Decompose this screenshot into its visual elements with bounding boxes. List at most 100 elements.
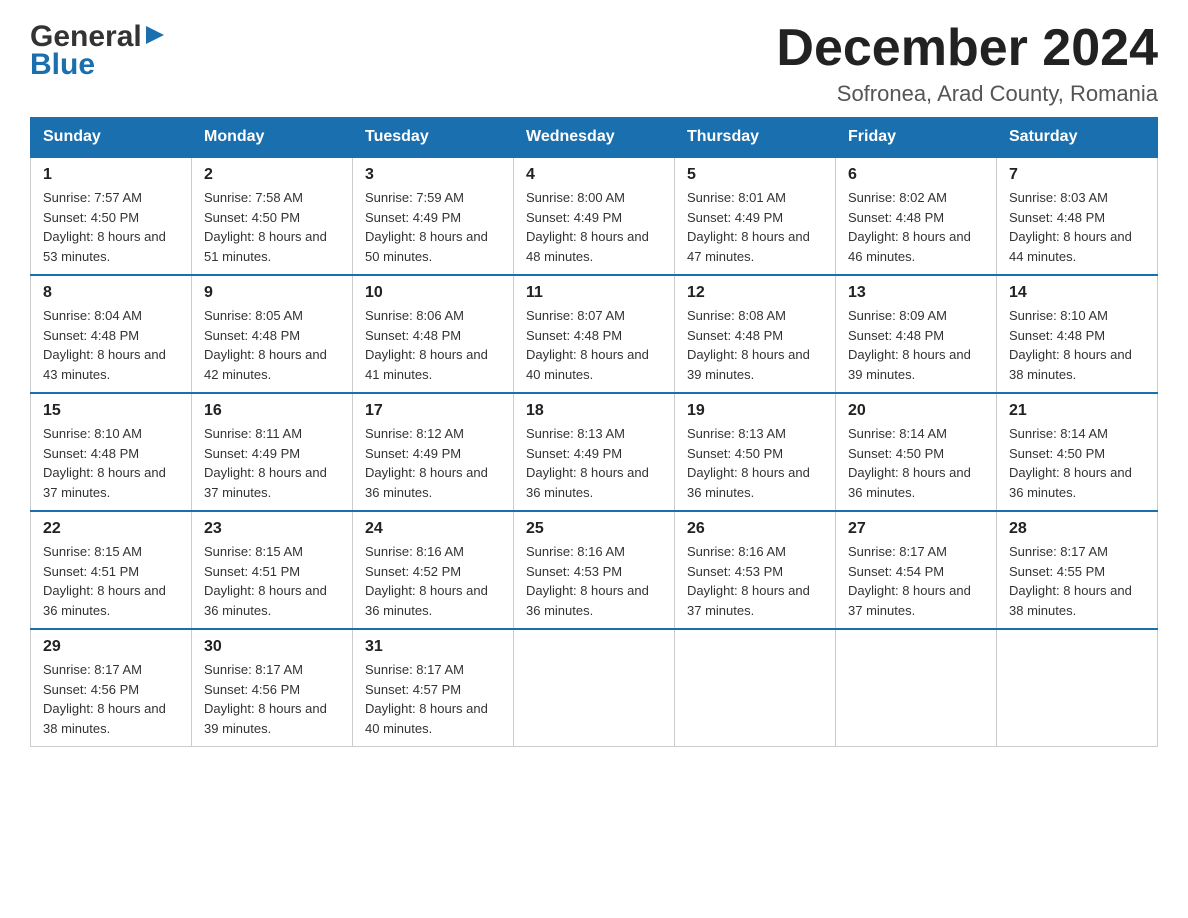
day-info: Sunrise: 8:11 AMSunset: 4:49 PMDaylight:…	[204, 424, 340, 502]
day-info: Sunrise: 8:02 AMSunset: 4:48 PMDaylight:…	[848, 188, 984, 266]
day-number: 17	[365, 402, 501, 420]
day-info: Sunrise: 8:01 AMSunset: 4:49 PMDaylight:…	[687, 188, 823, 266]
calendar-day-cell: 3 Sunrise: 7:59 AMSunset: 4:49 PMDaylight…	[353, 157, 514, 275]
calendar-day-cell: 31Sunrise: 8:17 AMSunset: 4:57 PMDayligh…	[353, 629, 514, 747]
calendar-day-cell: 6 Sunrise: 8:02 AMSunset: 4:48 PMDaylight…	[836, 157, 997, 275]
day-info: Sunrise: 8:09 AMSunset: 4:48 PMDaylight:…	[848, 306, 984, 384]
day-number: 25	[526, 520, 662, 538]
day-number: 27	[848, 520, 984, 538]
day-info: Sunrise: 8:10 AMSunset: 4:48 PMDaylight:…	[43, 424, 179, 502]
calendar-day-cell: 24 Sunrise: 8:16 AMSunset: 4:52 PMDayligh…	[353, 511, 514, 629]
logo-arrow-icon	[144, 24, 166, 51]
calendar-day-cell	[997, 629, 1158, 747]
calendar-week-row: 15 Sunrise: 8:10 AMSunset: 4:48 PMDayligh…	[31, 393, 1158, 511]
calendar-day-cell: 21Sunrise: 8:14 AMSunset: 4:50 PMDayligh…	[997, 393, 1158, 511]
calendar-day-cell: 5 Sunrise: 8:01 AMSunset: 4:49 PMDaylight…	[675, 157, 836, 275]
calendar-day-cell: 4 Sunrise: 8:00 AMSunset: 4:49 PMDaylight…	[514, 157, 675, 275]
calendar-day-cell: 11 Sunrise: 8:07 AMSunset: 4:48 PMDayligh…	[514, 275, 675, 393]
day-info: Sunrise: 8:03 AMSunset: 4:48 PMDaylight:…	[1009, 188, 1145, 266]
day-number: 11	[526, 284, 662, 302]
day-number: 20	[848, 402, 984, 420]
day-number: 10	[365, 284, 501, 302]
day-info: Sunrise: 8:12 AMSunset: 4:49 PMDaylight:…	[365, 424, 501, 502]
day-number: 9	[204, 284, 340, 302]
day-number: 8	[43, 284, 179, 302]
day-number: 4	[526, 166, 662, 184]
calendar-day-cell: 1 Sunrise: 7:57 AMSunset: 4:50 PMDaylight…	[31, 157, 192, 275]
page-header: General Blue December 2024 Sofronea, Ara…	[30, 20, 1158, 107]
day-number: 24	[365, 520, 501, 538]
calendar-day-cell: 14Sunrise: 8:10 AMSunset: 4:48 PMDayligh…	[997, 275, 1158, 393]
day-of-week-header: Saturday	[997, 118, 1158, 158]
day-number: 29	[43, 638, 179, 656]
calendar-week-row: 29Sunrise: 8:17 AMSunset: 4:56 PMDayligh…	[31, 629, 1158, 747]
day-number: 22	[43, 520, 179, 538]
day-number: 30	[204, 638, 340, 656]
calendar-day-cell: 23 Sunrise: 8:15 AMSunset: 4:51 PMDayligh…	[192, 511, 353, 629]
calendar-day-cell: 16Sunrise: 8:11 AMSunset: 4:49 PMDayligh…	[192, 393, 353, 511]
calendar-day-cell: 7 Sunrise: 8:03 AMSunset: 4:48 PMDaylight…	[997, 157, 1158, 275]
day-of-week-header: Wednesday	[514, 118, 675, 158]
day-of-week-header: Tuesday	[353, 118, 514, 158]
calendar-week-row: 8 Sunrise: 8:04 AMSunset: 4:48 PMDaylight…	[31, 275, 1158, 393]
day-info: Sunrise: 8:13 AMSunset: 4:50 PMDaylight:…	[687, 424, 823, 502]
day-info: Sunrise: 8:00 AMSunset: 4:49 PMDaylight:…	[526, 188, 662, 266]
calendar-day-cell: 10 Sunrise: 8:06 AMSunset: 4:48 PMDayligh…	[353, 275, 514, 393]
day-of-week-header: Thursday	[675, 118, 836, 158]
day-info: Sunrise: 8:17 AMSunset: 4:55 PMDaylight:…	[1009, 542, 1145, 620]
day-number: 23	[204, 520, 340, 538]
calendar-title: December 2024	[776, 20, 1158, 77]
day-info: Sunrise: 8:16 AMSunset: 4:53 PMDaylight:…	[687, 542, 823, 620]
day-info: Sunrise: 8:10 AMSunset: 4:48 PMDaylight:…	[1009, 306, 1145, 384]
day-number: 26	[687, 520, 823, 538]
day-number: 5	[687, 166, 823, 184]
day-info: Sunrise: 8:17 AMSunset: 4:57 PMDaylight:…	[365, 660, 501, 738]
calendar-table: SundayMondayTuesdayWednesdayThursdayFrid…	[30, 117, 1158, 747]
calendar-day-cell: 13Sunrise: 8:09 AMSunset: 4:48 PMDayligh…	[836, 275, 997, 393]
day-number: 12	[687, 284, 823, 302]
day-info: Sunrise: 8:13 AMSunset: 4:49 PMDaylight:…	[526, 424, 662, 502]
day-number: 6	[848, 166, 984, 184]
day-info: Sunrise: 7:57 AMSunset: 4:50 PMDaylight:…	[43, 188, 179, 266]
day-info: Sunrise: 8:15 AMSunset: 4:51 PMDaylight:…	[204, 542, 340, 620]
calendar-day-cell: 22 Sunrise: 8:15 AMSunset: 4:51 PMDayligh…	[31, 511, 192, 629]
day-info: Sunrise: 8:06 AMSunset: 4:48 PMDaylight:…	[365, 306, 501, 384]
day-info: Sunrise: 8:16 AMSunset: 4:52 PMDaylight:…	[365, 542, 501, 620]
day-number: 3	[365, 166, 501, 184]
day-info: Sunrise: 8:07 AMSunset: 4:48 PMDaylight:…	[526, 306, 662, 384]
day-of-week-header: Sunday	[31, 118, 192, 158]
day-number: 28	[1009, 520, 1145, 538]
calendar-day-cell	[675, 629, 836, 747]
day-number: 2	[204, 166, 340, 184]
day-number: 1	[43, 166, 179, 184]
calendar-day-cell: 29Sunrise: 8:17 AMSunset: 4:56 PMDayligh…	[31, 629, 192, 747]
logo-blue-text: Blue	[30, 48, 95, 82]
calendar-day-cell: 12Sunrise: 8:08 AMSunset: 4:48 PMDayligh…	[675, 275, 836, 393]
calendar-header-row: SundayMondayTuesdayWednesdayThursdayFrid…	[31, 118, 1158, 158]
day-info: Sunrise: 7:59 AMSunset: 4:49 PMDaylight:…	[365, 188, 501, 266]
calendar-subtitle: Sofronea, Arad County, Romania	[776, 81, 1158, 107]
calendar-day-cell	[514, 629, 675, 747]
calendar-day-cell: 18 Sunrise: 8:13 AMSunset: 4:49 PMDayligh…	[514, 393, 675, 511]
calendar-week-row: 1 Sunrise: 7:57 AMSunset: 4:50 PMDaylight…	[31, 157, 1158, 275]
calendar-day-cell: 25 Sunrise: 8:16 AMSunset: 4:53 PMDayligh…	[514, 511, 675, 629]
day-info: Sunrise: 8:15 AMSunset: 4:51 PMDaylight:…	[43, 542, 179, 620]
calendar-day-cell: 8 Sunrise: 8:04 AMSunset: 4:48 PMDaylight…	[31, 275, 192, 393]
day-number: 19	[687, 402, 823, 420]
day-info: Sunrise: 8:16 AMSunset: 4:53 PMDaylight:…	[526, 542, 662, 620]
calendar-day-cell	[836, 629, 997, 747]
day-info: Sunrise: 8:04 AMSunset: 4:48 PMDaylight:…	[43, 306, 179, 384]
day-number: 15	[43, 402, 179, 420]
day-info: Sunrise: 8:05 AMSunset: 4:48 PMDaylight:…	[204, 306, 340, 384]
day-number: 18	[526, 402, 662, 420]
calendar-day-cell: 19 Sunrise: 8:13 AMSunset: 4:50 PMDayligh…	[675, 393, 836, 511]
day-number: 21	[1009, 402, 1145, 420]
calendar-day-cell: 9 Sunrise: 8:05 AMSunset: 4:48 PMDaylight…	[192, 275, 353, 393]
day-info: Sunrise: 8:14 AMSunset: 4:50 PMDaylight:…	[848, 424, 984, 502]
calendar-week-row: 22 Sunrise: 8:15 AMSunset: 4:51 PMDayligh…	[31, 511, 1158, 629]
logo: General Blue	[30, 20, 166, 82]
calendar-day-cell: 20 Sunrise: 8:14 AMSunset: 4:50 PMDayligh…	[836, 393, 997, 511]
calendar-day-cell: 28 Sunrise: 8:17 AMSunset: 4:55 PMDayligh…	[997, 511, 1158, 629]
day-number: 7	[1009, 166, 1145, 184]
calendar-day-cell: 27Sunrise: 8:17 AMSunset: 4:54 PMDayligh…	[836, 511, 997, 629]
